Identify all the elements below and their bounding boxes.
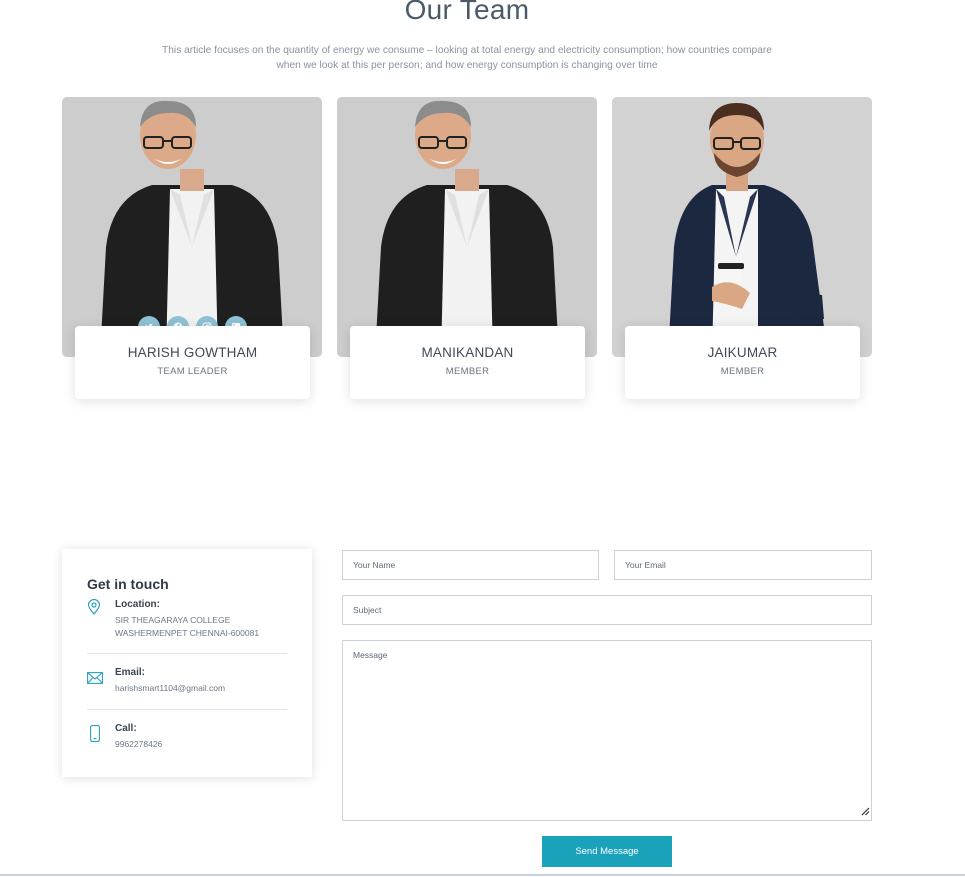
- team-description-line-2: when we look at this per person; and how…: [276, 60, 658, 71]
- member-role: MEMBER: [720, 366, 765, 377]
- divider: [87, 709, 287, 710]
- map-pin-icon: [87, 598, 101, 620]
- member-info: MANIKANDAN MEMBER: [350, 326, 585, 399]
- member-name: MANIKANDAN: [421, 345, 514, 360]
- contact-info-panel: Get in touch Location: SIR THEAGARAYA CO…: [62, 549, 312, 777]
- location-label: Location:: [115, 599, 160, 610]
- send-message-button[interactable]: Send Message: [542, 836, 672, 867]
- location-value: SIR THEAGARAYA COLLEGE WASHERMENPET CHEN…: [115, 614, 290, 639]
- contact-heading: Get in touch: [87, 576, 169, 592]
- contact-email: Email: harishsmart1104@gmail.com: [87, 667, 287, 697]
- member-name: JAIKUMAR: [707, 345, 778, 360]
- subject-input[interactable]: Subject: [342, 595, 872, 625]
- contact-call: Call: 9962278426: [87, 723, 287, 753]
- divider: [87, 653, 287, 654]
- team-description: This article focuses on the quantity of …: [140, 43, 794, 73]
- call-label: Call:: [115, 723, 137, 734]
- team-card-harish: HARISH GOWTHAM TEAM LEADER: [62, 97, 322, 400]
- footer-divider: [0, 874, 965, 876]
- email-label: Email:: [115, 667, 146, 678]
- contact-location: Location: SIR THEAGARAYA COLLEGE WASHERM…: [87, 598, 290, 639]
- team-title: Our Team: [404, 0, 530, 25]
- team-card-manikandan: MANIKANDAN MEMBER: [337, 97, 597, 400]
- member-name: HARISH GOWTHAM: [127, 345, 258, 360]
- member-photo: [337, 97, 597, 357]
- email-input[interactable]: Your Email: [614, 550, 872, 580]
- message-placeholder: Message: [353, 650, 388, 660]
- call-value[interactable]: 9962278426: [115, 738, 290, 751]
- member-info: JAIKUMAR MEMBER: [625, 326, 860, 399]
- email-value[interactable]: harishsmart1104@gmail.com: [115, 682, 290, 695]
- location-line-2: WASHERMENPET CHENNAI-600081: [115, 627, 260, 638]
- phone-icon: [90, 725, 100, 747]
- member-photo: [612, 97, 872, 357]
- location-line-1: SIR THEAGARAYA COLLEGE: [115, 615, 231, 625]
- name-input[interactable]: Your Name: [342, 550, 599, 580]
- message-textarea[interactable]: Message: [342, 640, 872, 821]
- team-card-jaikumar: JAIKUMAR MEMBER: [612, 97, 872, 400]
- member-role: TEAM LEADER: [157, 366, 228, 377]
- envelope-icon: [87, 671, 103, 689]
- team-description-line-1: This article focuses on the quantity of …: [162, 45, 772, 56]
- member-role: MEMBER: [445, 366, 490, 377]
- resize-handle-icon[interactable]: [860, 806, 870, 819]
- member-info: HARISH GOWTHAM TEAM LEADER: [75, 326, 310, 399]
